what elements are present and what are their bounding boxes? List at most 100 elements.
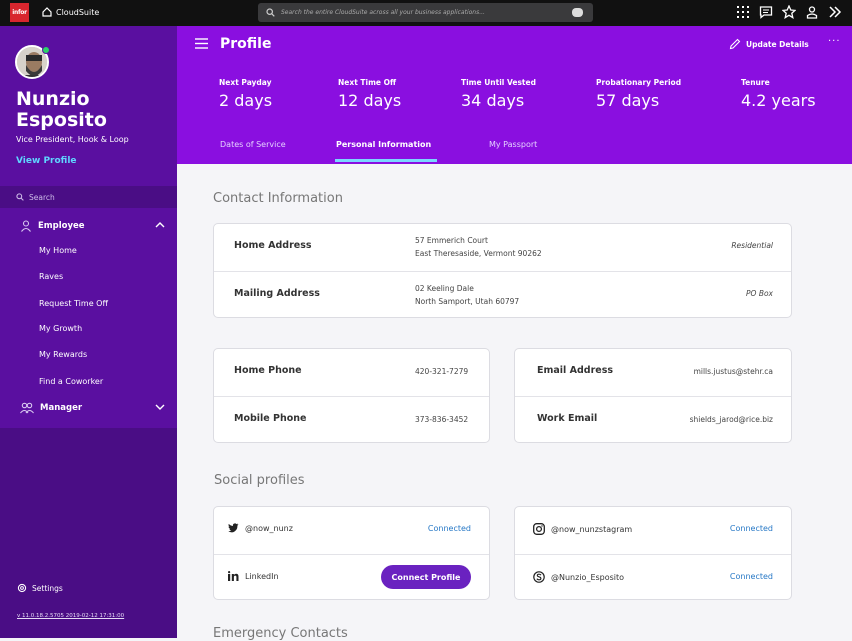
social-profiles-heading: Social profiles (214, 473, 305, 488)
home-icon (42, 7, 52, 17)
user-title: Vice President, Hook & Loop (16, 135, 129, 144)
tab-my-passport[interactable]: My Passport (489, 140, 537, 149)
email-card: Email Address mills.justus@stehr.ca Work… (514, 348, 792, 443)
sidebar-item-my-rewards[interactable]: My Rewards (39, 350, 87, 359)
person-icon (21, 220, 31, 232)
email-value: mills.justus@stehr.ca (693, 367, 773, 376)
update-details-label: Update Details (746, 39, 809, 49)
search-icon (16, 193, 24, 201)
home-address-row[interactable]: Home Address 57 Emmerich Court East Ther… (214, 224, 791, 271)
instagram-icon (533, 523, 545, 535)
emergency-contacts-heading: Emergency Contacts (213, 626, 348, 641)
mailing-address-row[interactable]: Mailing Address 02 Keeling Dale North Sa… (214, 271, 791, 318)
address-card: Home Address 57 Emmerich Court East Ther… (213, 223, 792, 318)
grid-icon[interactable] (736, 5, 750, 19)
stat-label: Probationary Period (596, 78, 682, 87)
sidebar-upper: Nunzio Esposito Vice President, Hook & L… (0, 26, 177, 428)
tab-personal-information[interactable]: Personal Information (336, 140, 431, 149)
version-link[interactable]: v 11.0.18.2.5705 2019-02-12 17:31:00 (17, 613, 124, 619)
instagram-row[interactable]: @now_nunzstagram Connected (515, 507, 791, 554)
phone-value: 373-836-3452 (415, 415, 469, 424)
stat-label: Time Until Vested (461, 78, 536, 87)
row-label: Mailing Address (234, 288, 320, 299)
stat-value: 2 days (219, 91, 273, 110)
email-address-row[interactable]: Email Address mills.justus@stehr.ca (515, 349, 791, 396)
social-handle: @Nunzio_Esposito (533, 571, 624, 583)
sidebar-item-my-growth[interactable]: My Growth (39, 324, 82, 333)
page-title: Profile (220, 36, 272, 52)
more-options-icon[interactable]: ··· (828, 36, 841, 47)
connected-status[interactable]: Connected (730, 524, 773, 533)
main-content: Contact Information Home Address 57 Emme… (177, 164, 852, 641)
address-value: 57 Emmerich Court East Theresaside, Verm… (415, 234, 542, 260)
pencil-icon (729, 38, 741, 50)
gear-icon (17, 583, 27, 593)
mobile-phone-row[interactable]: Mobile Phone 373-836-3452 (214, 396, 489, 443)
home-phone-row[interactable]: Home Phone 420-321-7279 (214, 349, 489, 396)
stat-value: 12 days (338, 91, 402, 110)
update-details-button[interactable]: Update Details (729, 38, 809, 50)
global-search-input[interactable]: Search the entire CloudSuite across all … (258, 3, 593, 22)
row-label: Mobile Phone (234, 413, 307, 424)
sidebar-section-label: Employee (38, 221, 85, 231)
social-card-right: @now_nunzstagram Connected @Nunzio_Espos… (514, 506, 792, 600)
user-name: Nunzio Esposito (16, 88, 107, 131)
profile-header: Profile Update Details ··· Next Payday 2… (177, 26, 852, 164)
address-line-1: 57 Emmerich Court (415, 236, 488, 245)
linkedin-row[interactable]: LinkedIn Connect Profile (214, 554, 489, 601)
connected-status[interactable]: Connected (428, 524, 471, 533)
expand-icon[interactable] (828, 5, 842, 19)
social-handle: @now_nunzstagram (533, 523, 632, 535)
hamburger-menu-icon[interactable] (195, 38, 208, 49)
social-handle: LinkedIn (228, 571, 279, 581)
social-handle-text: LinkedIn (245, 571, 279, 581)
stat-value: 57 days (596, 91, 660, 110)
stat-next-payday: Next Payday 2 days (219, 78, 272, 110)
skype-row[interactable]: @Nunzio_Esposito Connected (515, 554, 791, 601)
sidebar-item-raves[interactable]: Raves (39, 272, 63, 281)
stat-time-until-vested: Time Until Vested 34 days (461, 78, 536, 110)
linkedin-icon (228, 571, 239, 581)
infor-logo[interactable]: infor (10, 3, 29, 22)
stat-label: Next Time Off (338, 78, 397, 87)
home-link[interactable]: CloudSuite (42, 7, 99, 17)
chat-icon[interactable] (759, 5, 773, 19)
chevron-up-icon[interactable] (155, 221, 165, 229)
social-handle-text: @Nunzio_Esposito (551, 572, 625, 582)
star-icon[interactable] (782, 5, 796, 19)
search-placeholder: Search the entire CloudSuite across all … (281, 9, 485, 16)
sidebar-section-manager[interactable]: Manager (0, 398, 177, 418)
sidebar-item-request-time-off[interactable]: Request Time Off (39, 299, 108, 308)
sidebar-section-employee[interactable]: Employee (0, 216, 177, 236)
settings-link[interactable]: Settings (17, 583, 63, 593)
address-line-2: East Theresaside, Vermont 90262 (415, 249, 542, 258)
work-email-row[interactable]: Work Email shields_jarod@rice.biz (515, 396, 791, 443)
app-name: CloudSuite (56, 7, 100, 17)
row-label: Work Email (537, 413, 598, 424)
stat-next-time-off: Next Time Off 12 days (338, 78, 401, 110)
twitter-icon (228, 523, 239, 533)
sidebar-search[interactable]: Search (0, 186, 177, 208)
sidebar-item-my-home[interactable]: My Home (39, 246, 77, 255)
row-label: Home Phone (234, 365, 302, 376)
people-icon (20, 402, 34, 414)
address-type: PO Box (746, 289, 773, 298)
chevron-down-icon[interactable] (155, 403, 165, 411)
active-tab-indicator (335, 159, 437, 162)
search-toggle[interactable] (572, 8, 583, 17)
connected-status[interactable]: Connected (730, 572, 773, 581)
search-icon (266, 8, 275, 17)
top-bar: infor CloudSuite Search the entire Cloud… (0, 0, 852, 26)
settings-label: Settings (32, 583, 63, 593)
twitter-row[interactable]: @now_nunz Connected (214, 507, 489, 554)
user-icon[interactable] (805, 5, 819, 19)
sidebar-item-find-a-coworker[interactable]: Find a Coworker (39, 377, 103, 386)
connect-profile-button[interactable]: Connect Profile (381, 565, 471, 589)
row-label: Home Address (234, 240, 312, 251)
address-type: Residential (731, 241, 773, 250)
row-label: Email Address (537, 365, 614, 376)
view-profile-link[interactable]: View Profile (16, 156, 77, 166)
tab-dates-of-service[interactable]: Dates of Service (220, 140, 286, 149)
stat-label: Next Payday (219, 78, 272, 87)
social-card-left: @now_nunz Connected LinkedIn Connect Pro… (213, 506, 490, 600)
